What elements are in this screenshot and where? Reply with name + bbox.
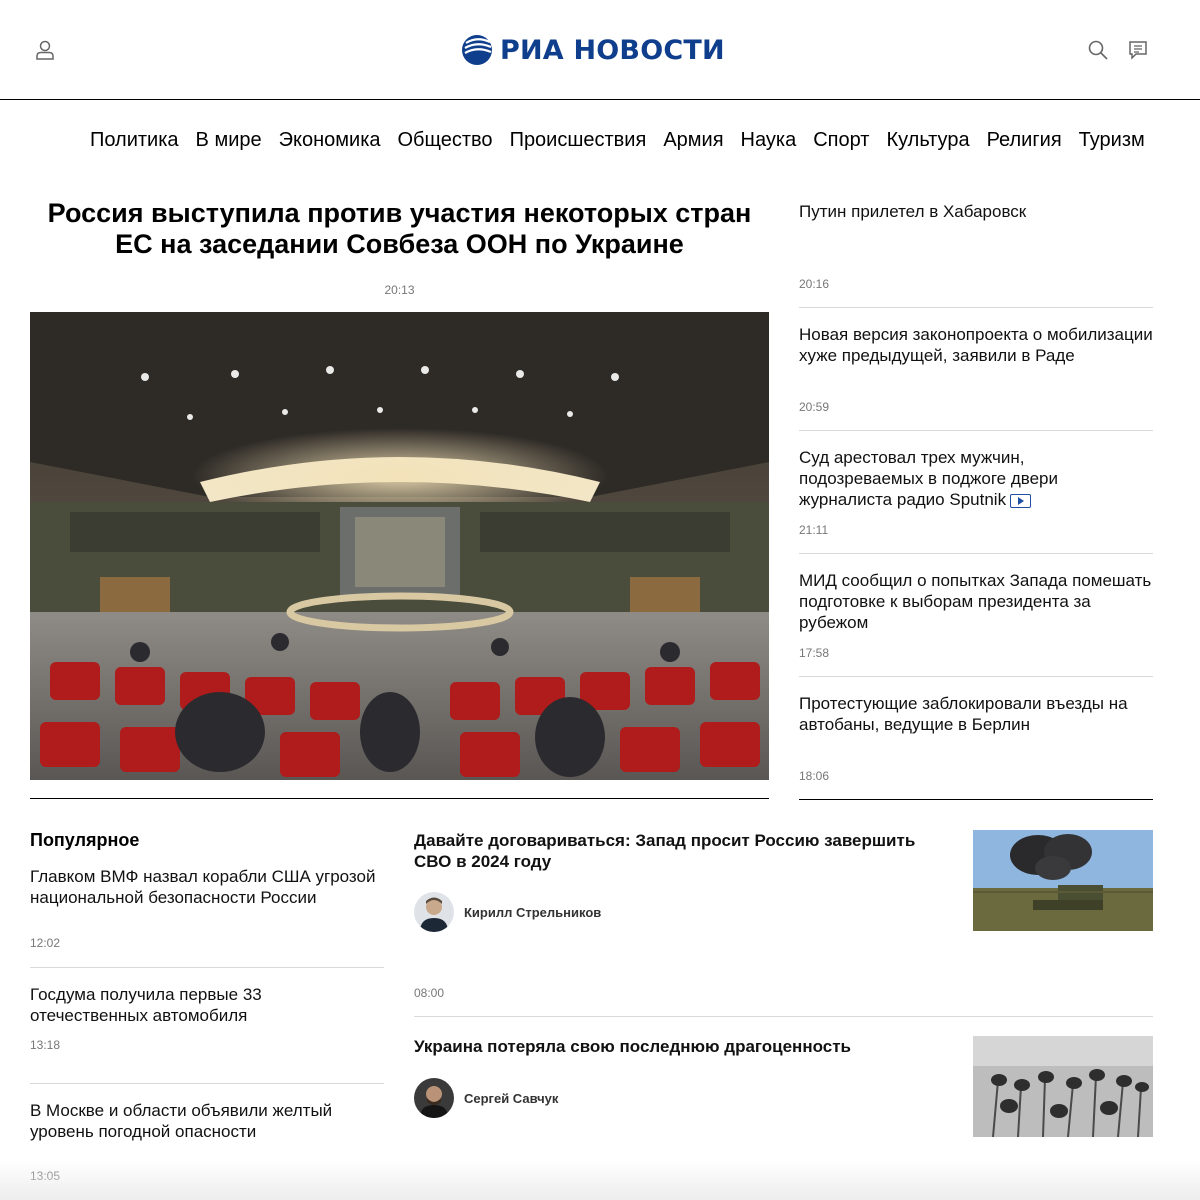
popular-heading: Популярное: [30, 830, 140, 850]
feed-item-time: 17:58: [799, 646, 830, 660]
feed-item[interactable]: Суд арестовал трех мужчин, подозреваемых…: [799, 431, 1153, 554]
feed-item-title-wrap: Суд арестовал трех мужчин, подозреваемых…: [799, 431, 1153, 510]
nav-item-religion[interactable]: Религия: [987, 126, 1062, 154]
popular-item[interactable]: В Москве и области объявили желтый урове…: [30, 1084, 384, 1200]
main-story-time: 20:13: [384, 283, 415, 297]
nav-item-sport[interactable]: Спорт: [813, 126, 869, 154]
feed-item[interactable]: Протестующие заблокировали въезды на авт…: [799, 677, 1153, 800]
avatar: [414, 892, 454, 932]
main-story-image[interactable]: [30, 312, 769, 780]
feed-item-title: Новая версия законопроекта о мобилизации…: [799, 325, 1153, 365]
popular-item-title: Госдума получила первые 33 отечественных…: [30, 985, 262, 1025]
main-story: Россия выступила против участия некоторы…: [30, 198, 769, 799]
opinion-divider: [414, 1016, 1153, 1017]
section-nav: Политика В мире Экономика Общество Происшест…: [90, 126, 1167, 158]
video-icon: [1010, 493, 1032, 508]
popular-item-time: 13:05: [30, 1169, 61, 1183]
nav-item-army[interactable]: Армия: [663, 126, 723, 154]
opinion-item-title: Украина потеряла свою последнюю драгоцен…: [414, 1037, 851, 1056]
opinion-thumbnail[interactable]: [973, 1036, 1153, 1137]
opinion-item-time: 08:00: [414, 986, 445, 1000]
nav-item-tourism[interactable]: Туризм: [1079, 126, 1145, 154]
site-header: РИА НОВОСТИ: [0, 0, 1200, 100]
nav-item-science[interactable]: Наука: [741, 126, 797, 154]
nav-item-world[interactable]: В мире: [196, 126, 262, 154]
feed-item-title: Путин прилетел в Хабаровск: [799, 202, 1027, 221]
user-icon[interactable]: [31, 36, 59, 64]
popular-item-time: 13:18: [30, 1038, 61, 1052]
feed-item-title: МИД сообщил о попытках Запада помешать п…: [799, 571, 1152, 632]
nav-item-incidents[interactable]: Происшествия: [510, 126, 647, 154]
feed-item[interactable]: Путин прилетел в Хабаровск 20:16: [799, 198, 1153, 308]
comments-icon[interactable]: [1124, 36, 1152, 64]
popular-item[interactable]: Госдума получила первые 33 отечественных…: [30, 968, 384, 1084]
popular-item-time: 12:02: [30, 936, 61, 950]
opinion-author[interactable]: Кирилл Стрельников: [414, 892, 601, 932]
avatar: [414, 1078, 454, 1118]
news-feed: Путин прилетел в Хабаровск 20:16 Новая в…: [799, 198, 1153, 800]
main-story-title[interactable]: Россия выступила против участия некоторы…: [30, 198, 769, 260]
logo-text: РИА НОВОСТИ: [500, 34, 725, 66]
logo-globe-icon: [462, 35, 492, 65]
popular-section: Популярное Главком ВМФ назвал корабли СШ…: [30, 830, 384, 1200]
nav-item-economy[interactable]: Экономика: [279, 126, 381, 154]
nav-item-culture[interactable]: Культура: [886, 126, 969, 154]
feed-item-time: 20:16: [799, 277, 830, 291]
feed-item-time: 21:11: [799, 523, 829, 537]
author-name: Сергей Савчук: [464, 1090, 559, 1106]
feed-item[interactable]: Новая версия законопроекта о мобилизации…: [799, 308, 1153, 431]
main-divider: [30, 798, 769, 799]
opinion-articles: Давайте договариваться: Запад просит Рос…: [414, 830, 1153, 1166]
popular-item-title: В Москве и области объявили желтый урове…: [30, 1101, 333, 1141]
feed-item-time: 20:59: [799, 400, 830, 414]
author-name: Кирилл Стрельников: [464, 904, 602, 920]
opinion-author[interactable]: Сергей Савчук: [414, 1078, 558, 1118]
nav-item-society[interactable]: Общество: [398, 126, 493, 154]
feed-item-title: Протестующие заблокировали въезды на авт…: [799, 694, 1128, 734]
opinion-item[interactable]: Украина потеряла свою последнюю драгоцен…: [414, 1036, 1153, 1166]
feed-item[interactable]: МИД сообщил о попытках Запада помешать п…: [799, 554, 1153, 677]
opinion-item-title: Давайте договариваться: Запад просит Рос…: [414, 831, 916, 871]
opinion-item[interactable]: Давайте договариваться: Запад просит Рос…: [414, 830, 1153, 1017]
site-logo[interactable]: РИА НОВОСТИ: [460, 32, 725, 68]
popular-item[interactable]: Главком ВМФ назвал корабли США угрозой н…: [30, 866, 384, 968]
feed-item-time: 18:06: [799, 769, 830, 783]
popular-item-title: Главком ВМФ назвал корабли США угрозой н…: [30, 867, 376, 907]
opinion-thumbnail[interactable]: [973, 830, 1153, 931]
nav-item-politics[interactable]: Политика: [90, 126, 179, 154]
search-icon[interactable]: [1084, 36, 1112, 64]
